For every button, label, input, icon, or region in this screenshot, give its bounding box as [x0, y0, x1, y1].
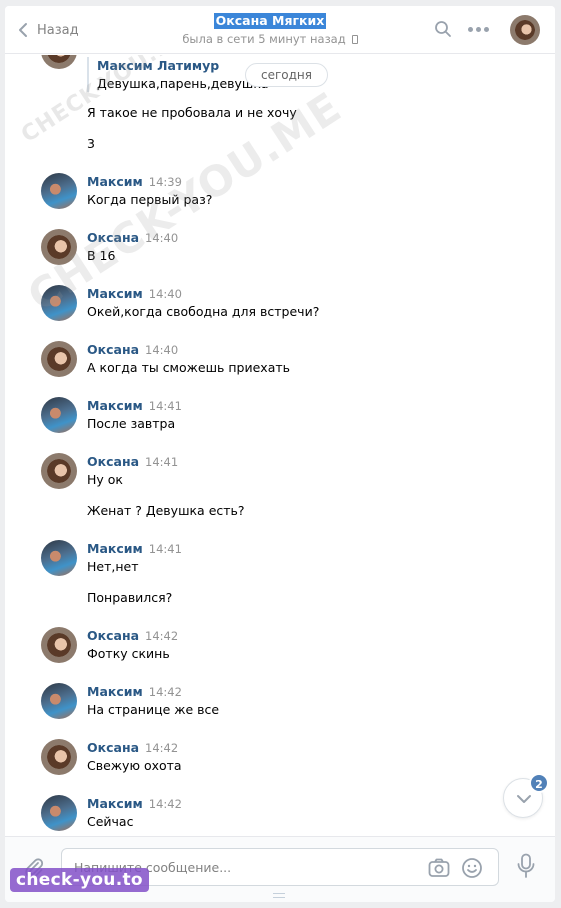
message-text: В 16 — [87, 248, 116, 263]
more-dots-icon[interactable] — [468, 27, 490, 33]
chat-window: Назад Оксана Мягких была в сети 5 минут … — [5, 6, 555, 902]
date-divider: сегодня — [245, 63, 328, 87]
avatar[interactable] — [41, 229, 77, 265]
emoji-icon[interactable] — [461, 857, 483, 879]
resize-handle[interactable] — [273, 893, 285, 898]
online-status: была в сети 5 минут назад — [145, 32, 395, 46]
message-author[interactable]: Максим — [87, 174, 143, 189]
back-button[interactable]: Назад — [17, 19, 79, 41]
camera-icon[interactable] — [428, 858, 450, 878]
avatar[interactable] — [41, 341, 77, 377]
message-time[interactable]: 14:40 — [149, 287, 182, 301]
message-text: Сейчас — [87, 814, 134, 829]
avatar[interactable] — [41, 739, 77, 775]
message-text: Женат ? Девушка есть? — [87, 503, 245, 518]
message-time[interactable]: 14:42 — [145, 629, 178, 643]
message-text: Понравился? — [87, 590, 173, 605]
message-time[interactable]: 14:41 — [149, 399, 182, 413]
message-text: На странице же все — [87, 702, 220, 717]
forwarded-message[interactable]: Максим Латимур Девушка,парень,девушка — [87, 57, 269, 92]
chat-title-block[interactable]: Оксана Мягких была в сети 5 минут назад — [145, 13, 395, 46]
message-time[interactable]: 14:41 — [149, 542, 182, 556]
microphone-icon[interactable] — [515, 853, 537, 879]
message-author[interactable]: Оксана — [87, 342, 139, 357]
watermark-logo: check-you.to — [10, 868, 149, 892]
message-author[interactable]: Максим — [87, 796, 143, 811]
chat-title[interactable]: Оксана Мягких — [213, 13, 327, 29]
search-icon[interactable] — [434, 20, 452, 38]
message-text: Нет,нет — [87, 559, 139, 574]
message-time[interactable]: 14:42 — [145, 741, 178, 755]
message-author[interactable]: Оксана — [87, 628, 139, 643]
message-time[interactable]: 14:42 — [149, 685, 182, 699]
back-label: Назад — [37, 22, 79, 38]
message-time[interactable]: 14:40 — [145, 231, 178, 245]
avatar[interactable] — [41, 397, 77, 433]
status-text: была в сети 5 минут назад — [182, 32, 346, 46]
avatar[interactable] — [41, 540, 77, 576]
message-author[interactable]: Максим — [87, 684, 143, 699]
avatar[interactable] — [41, 55, 77, 69]
avatar[interactable] — [41, 627, 77, 663]
message-text: А когда ты сможешь приехать — [87, 360, 290, 375]
message-time[interactable]: 14:42 — [149, 797, 182, 811]
message-text: После завтра — [87, 416, 176, 431]
unread-badge: 2 — [529, 773, 549, 793]
message-author[interactable]: Максим — [87, 398, 143, 413]
avatar[interactable] — [41, 453, 77, 489]
message-history[interactable]: CHECK-YOU.ME CHECK-YOU.ME Максим Латимур… — [5, 55, 555, 835]
chat-header: Назад Оксана Мягких была в сети 5 минут … — [5, 6, 555, 54]
message-time[interactable]: 14:39 — [149, 175, 182, 189]
chevron-left-icon — [19, 23, 27, 37]
forwarded-text: Девушка,парень,девушка — [97, 76, 269, 91]
chevron-down-icon — [517, 795, 531, 803]
avatar[interactable] — [41, 173, 77, 209]
message-text: Я такое не пробовала и не хочу — [87, 105, 297, 120]
message-author[interactable]: Оксана — [87, 230, 139, 245]
forwarded-author[interactable]: Максим Латимур — [97, 57, 269, 74]
message-time[interactable]: 14:41 — [145, 455, 178, 469]
message-author[interactable]: Оксана — [87, 454, 139, 469]
message-text: Окей,когда свободна для встречи? — [87, 304, 320, 319]
message-text: Свежую охота — [87, 758, 182, 773]
header-avatar[interactable] — [510, 15, 540, 45]
avatar[interactable] — [41, 683, 77, 719]
message-author[interactable]: Максим — [87, 541, 143, 556]
message-text: 3 — [87, 136, 95, 151]
message-text: Фотку скинь — [87, 646, 170, 661]
message-text: Когда первый раз? — [87, 192, 213, 207]
message-author[interactable]: Оксана — [87, 740, 139, 755]
avatar[interactable] — [41, 795, 77, 831]
mobile-icon — [351, 34, 358, 44]
message-time[interactable]: 14:40 — [145, 343, 178, 357]
message-text: Ну ок — [87, 472, 123, 487]
message-author[interactable]: Максим — [87, 286, 143, 301]
avatar[interactable] — [41, 285, 77, 321]
